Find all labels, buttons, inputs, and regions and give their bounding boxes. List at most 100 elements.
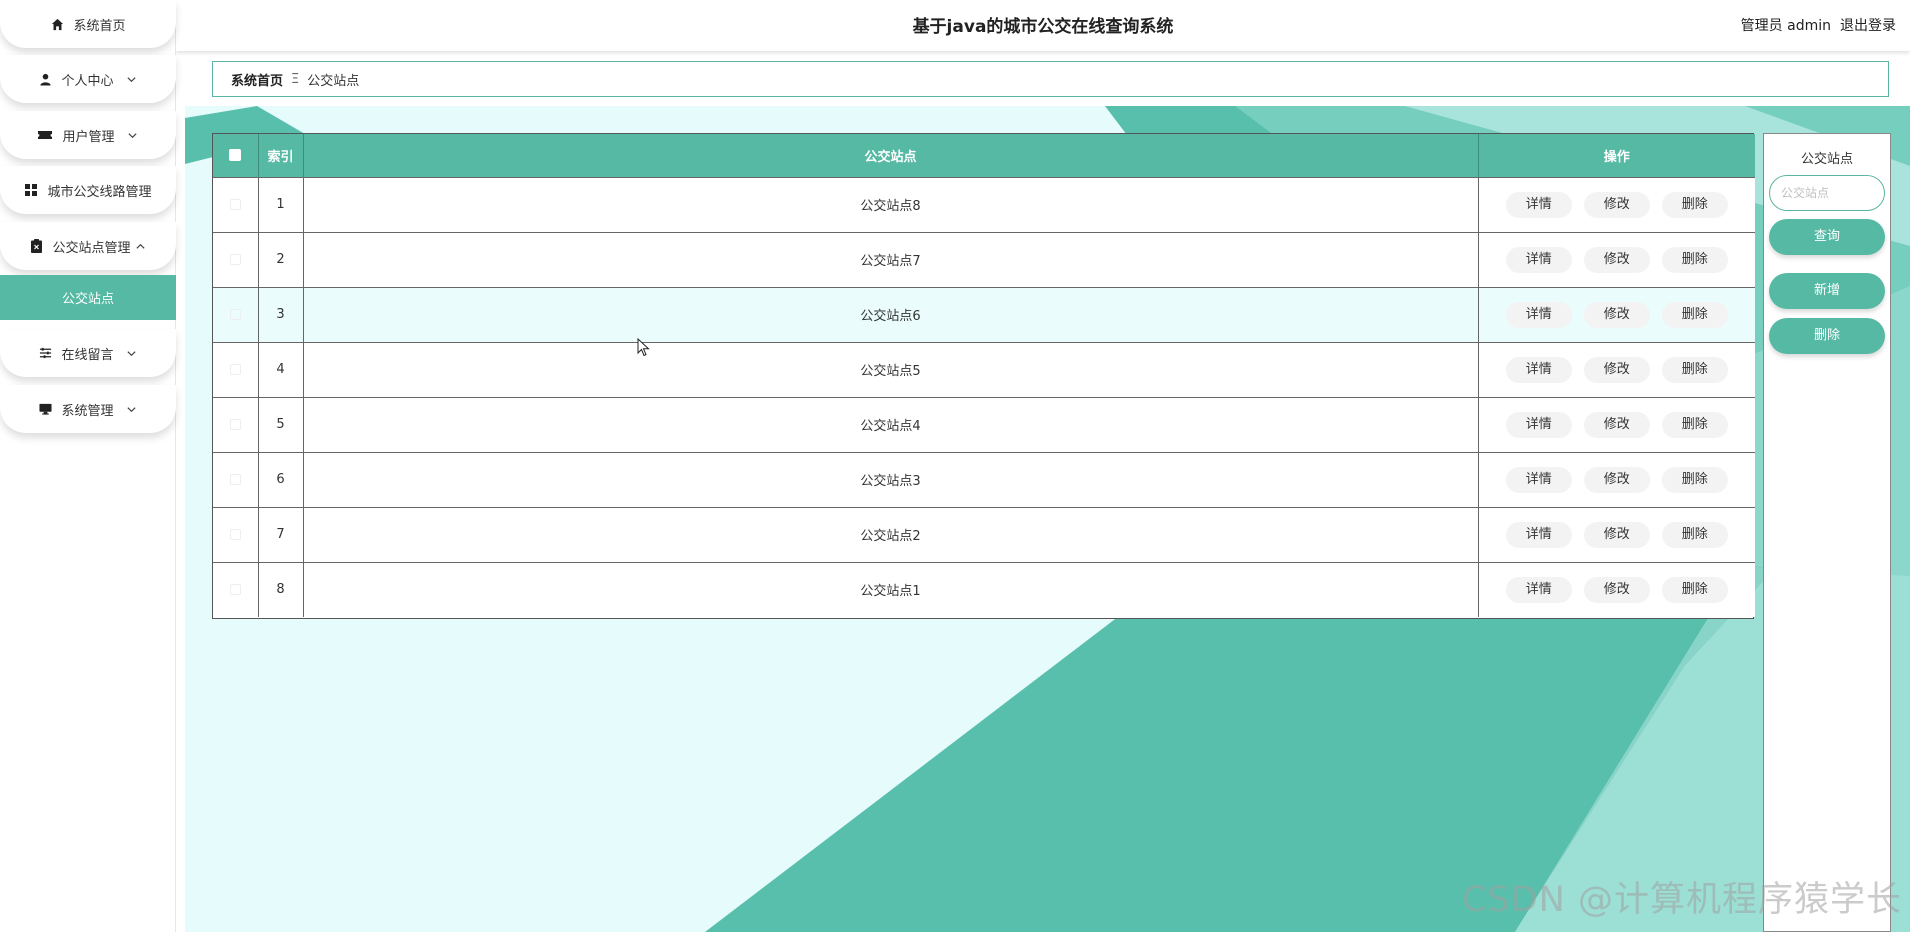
sliders-icon xyxy=(38,346,52,360)
breadcrumb-current: 公交站点 xyxy=(307,73,360,89)
edit-button[interactable]: 修改 xyxy=(1583,411,1650,438)
row-station: 公交站点5 xyxy=(303,341,1479,397)
row-actions: 详情 修改 删除 xyxy=(1478,341,1755,397)
delete-button[interactable]: 删除 xyxy=(1661,301,1728,328)
table-row: 2 公交站点7 详情 修改 删除 xyxy=(213,231,1755,287)
monitor-icon xyxy=(38,402,52,416)
delete-button[interactable]: 删除 xyxy=(1661,246,1728,273)
table-row: 7 公交站点2 详情 修改 删除 xyxy=(213,506,1755,562)
menu-item-home[interactable]: 系统首页 xyxy=(0,0,176,48)
detail-button[interactable]: 详情 xyxy=(1505,521,1572,548)
header-index: 索引 xyxy=(258,134,304,177)
select-all-checkbox[interactable] xyxy=(229,149,242,162)
ticket-icon xyxy=(37,128,53,142)
detail-button[interactable]: 详情 xyxy=(1505,356,1572,383)
table-row: 6 公交站点3 详情 修改 删除 xyxy=(213,451,1755,507)
menu-item-station-management[interactable]: 公交站点管理 xyxy=(0,222,176,270)
delete-button[interactable]: 删除 xyxy=(1661,521,1728,548)
search-button[interactable]: 查询 xyxy=(1769,219,1885,255)
delete-button[interactable]: 删除 xyxy=(1661,411,1728,438)
row-checkbox[interactable] xyxy=(229,254,241,265)
row-checkbox[interactable] xyxy=(229,474,241,485)
row-station: 公交站点2 xyxy=(303,506,1479,562)
chevron-down-icon xyxy=(127,129,139,141)
menu-item-bus-route-management[interactable]: 城市公交线路管理 xyxy=(0,166,176,214)
row-actions: 详情 修改 删除 xyxy=(1478,506,1755,562)
edit-button[interactable]: 修改 xyxy=(1583,246,1650,273)
delete-button[interactable]: 删除 xyxy=(1661,356,1728,383)
menu-item-label: 用户管理 xyxy=(62,129,115,145)
menu-item-personal-center[interactable]: 个人中心 xyxy=(0,55,176,103)
home-icon xyxy=(50,17,64,31)
search-panel: 公交站点 查询 新增 删除 xyxy=(1763,133,1891,932)
row-index: 2 xyxy=(258,231,304,287)
menu-item-user-management[interactable]: 用户管理 xyxy=(0,111,176,159)
row-station: 公交站点6 xyxy=(303,286,1479,342)
add-button[interactable]: 新增 xyxy=(1769,273,1885,309)
menu-item-label: 城市公交线路管理 xyxy=(47,184,152,200)
table-row: 8 公交站点1 详情 修改 删除 xyxy=(213,561,1755,617)
detail-button[interactable]: 详情 xyxy=(1505,576,1572,603)
row-station: 公交站点8 xyxy=(303,176,1479,232)
row-index: 7 xyxy=(258,506,304,562)
header-station: 公交站点 xyxy=(303,134,1479,177)
delete-button[interactable]: 删除 xyxy=(1661,191,1728,218)
detail-button[interactable]: 详情 xyxy=(1505,191,1572,218)
app-title: 基于java的城市公交在线查询系统 xyxy=(912,17,1174,37)
batch-delete-button[interactable]: 删除 xyxy=(1769,318,1885,354)
chevron-up-icon xyxy=(135,240,147,252)
row-actions: 详情 修改 删除 xyxy=(1478,451,1755,507)
edit-button[interactable]: 修改 xyxy=(1583,576,1650,603)
row-checkbox[interactable] xyxy=(229,419,241,430)
menu-item-label: 系统管理 xyxy=(61,403,114,419)
menu-item-system-management[interactable]: 系统管理 xyxy=(0,385,176,433)
user-area: 管理员 admin 退出登录 xyxy=(1741,15,1896,35)
detail-button[interactable]: 详情 xyxy=(1505,466,1572,493)
row-station: 公交站点7 xyxy=(303,231,1479,287)
detail-button[interactable]: 详情 xyxy=(1505,246,1572,273)
table-row: 1 公交站点8 详情 修改 删除 xyxy=(213,176,1755,232)
edit-button[interactable]: 修改 xyxy=(1583,356,1650,383)
table-row: 4 公交站点5 详情 修改 删除 xyxy=(213,341,1755,397)
menu-item-label: 在线留言 xyxy=(61,347,114,363)
row-actions: 详情 修改 删除 xyxy=(1478,286,1755,342)
row-checkbox[interactable] xyxy=(229,584,241,596)
row-index: 4 xyxy=(258,341,304,397)
header-select-all[interactable] xyxy=(213,134,259,177)
row-checkbox[interactable] xyxy=(229,199,241,210)
row-checkbox[interactable] xyxy=(229,529,241,540)
edit-button[interactable]: 修改 xyxy=(1583,191,1650,218)
chevron-down-icon xyxy=(126,347,138,359)
detail-button[interactable]: 详情 xyxy=(1505,411,1572,438)
delete-button[interactable]: 删除 xyxy=(1661,576,1728,603)
row-station: 公交站点3 xyxy=(303,451,1479,507)
logout-button[interactable]: 退出登录 xyxy=(1840,15,1896,35)
row-index: 5 xyxy=(258,396,304,452)
table-header-row: 索引 公交站点 操作 xyxy=(213,134,1755,177)
row-index: 1 xyxy=(258,176,304,232)
chevron-down-icon xyxy=(126,73,138,85)
search-label: 公交站点 xyxy=(1800,152,1853,167)
edit-button[interactable]: 修改 xyxy=(1583,521,1650,548)
station-search-input[interactable] xyxy=(1769,175,1885,211)
chevron-down-icon xyxy=(126,403,138,415)
user-label: 管理员 admin xyxy=(1740,18,1831,34)
row-index: 6 xyxy=(258,451,304,507)
submenu-item-bus-station[interactable]: 公交站点 xyxy=(0,275,176,320)
menu-item-label: 公交站点管理 xyxy=(52,240,131,256)
row-actions: 详情 修改 删除 xyxy=(1478,396,1755,452)
row-checkbox[interactable] xyxy=(229,364,241,375)
row-checkbox[interactable] xyxy=(229,309,241,320)
table-row: 3 公交站点6 详情 修改 删除 xyxy=(213,286,1755,342)
breadcrumb-separator: Ξ xyxy=(291,71,300,87)
row-actions: 详情 修改 删除 xyxy=(1478,231,1755,287)
menu-item-online-message[interactable]: 在线留言 xyxy=(0,329,176,377)
edit-button[interactable]: 修改 xyxy=(1583,466,1650,493)
station-table: 索引 公交站点 操作 1 公交站点8 详情 修改 删除 2 公交站点7 详情 修改 删除 xyxy=(212,133,1755,619)
edit-button[interactable]: 修改 xyxy=(1583,301,1650,328)
detail-button[interactable]: 详情 xyxy=(1505,301,1572,328)
breadcrumb-home[interactable]: 系统首页 xyxy=(231,70,283,89)
user-icon xyxy=(38,72,52,86)
menu-item-label: 系统首页 xyxy=(73,18,126,34)
delete-button[interactable]: 删除 xyxy=(1661,466,1728,493)
